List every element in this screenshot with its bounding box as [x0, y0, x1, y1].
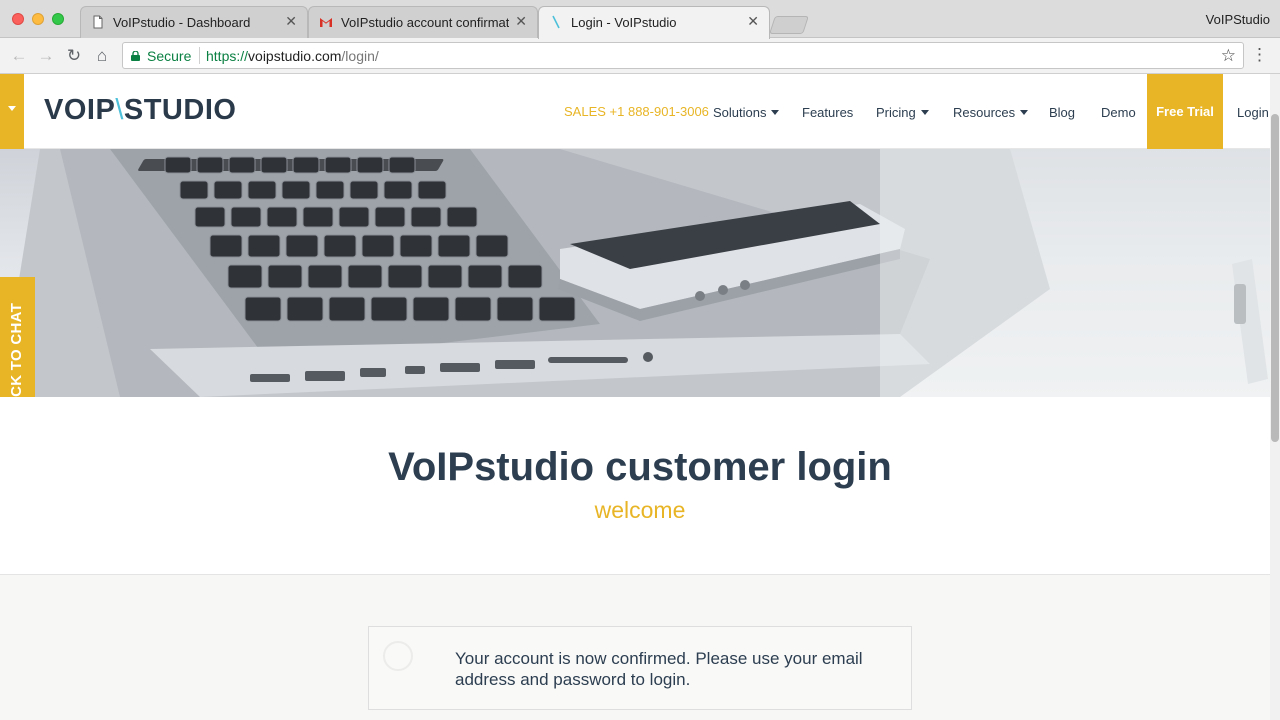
- close-window-button[interactable]: [12, 13, 24, 25]
- logo-text-voip: VOIP: [44, 94, 116, 126]
- browser-profile-name[interactable]: VoIPStudio: [1206, 12, 1270, 27]
- nav-item-blog[interactable]: Blog: [1049, 105, 1075, 120]
- url-host: voipstudio.com: [248, 48, 342, 64]
- address-bar[interactable]: Secure https://voipstudio.com/login/ ☆: [122, 42, 1244, 69]
- nav-label: Solutions: [713, 105, 767, 120]
- maximize-window-button[interactable]: [52, 13, 64, 25]
- nav-item-features[interactable]: Features: [802, 105, 853, 120]
- gmail-icon: [320, 18, 332, 27]
- caret-down-icon: [1020, 110, 1029, 115]
- minimize-window-button[interactable]: [32, 13, 44, 25]
- logo-text-studio: STUDIO: [123, 94, 237, 126]
- page-icon: [93, 15, 103, 29]
- secure-label: Secure: [147, 48, 192, 64]
- tab-title: VoIPstudio account confirmatio: [341, 15, 509, 30]
- browser-menu-icon[interactable]: ⋮: [1251, 45, 1268, 65]
- page-viewport: VOIP\STUDIO SALES +1 888-901-3006 Soluti…: [0, 74, 1280, 720]
- info-icon: [383, 641, 413, 671]
- tab-title: Login - VoIPstudio: [571, 15, 677, 30]
- url-path: /login/: [341, 48, 379, 64]
- site-logo[interactable]: VOIP\STUDIO: [44, 94, 236, 127]
- home-icon[interactable]: ⌂: [92, 46, 112, 66]
- free-trial-button[interactable]: Free Trial: [1147, 74, 1223, 149]
- laptop-phone-illustration: [0, 149, 1270, 397]
- caret-down-icon: [771, 110, 780, 115]
- login-title-section: VoIPstudio customer login welcome: [0, 397, 1270, 575]
- page-subtitle: welcome: [594, 497, 686, 523]
- voipstudio-favicon: [552, 15, 560, 29]
- scrollbar-thumb[interactable]: [1271, 114, 1279, 442]
- logo-slash: \: [115, 94, 124, 126]
- nav-label: Pricing: [876, 105, 916, 120]
- nav-item-pricing[interactable]: Pricing: [876, 105, 929, 120]
- site-header: VOIP\STUDIO SALES +1 888-901-3006 Soluti…: [0, 74, 1270, 149]
- login-form-section: Your account is now confirmed. Please us…: [0, 575, 1270, 720]
- nav-label: Resources: [953, 105, 1016, 120]
- browser-tab-login[interactable]: Login - VoIPstudio ✕: [538, 6, 770, 39]
- hero-image: [0, 149, 1270, 397]
- nav-item-login[interactable]: Login: [1237, 105, 1269, 120]
- url-divider: [199, 47, 200, 64]
- browser-toolbar: ← → ↻ ⌂ Secure https://voipstudio.com/lo…: [0, 38, 1280, 74]
- caret-down-icon: [8, 106, 16, 111]
- close-tab-icon[interactable]: ✕: [747, 13, 759, 30]
- page-title: VoIPstudio customer login: [388, 445, 892, 489]
- caret-down-icon: [920, 110, 929, 115]
- new-tab-button[interactable]: [769, 16, 809, 34]
- side-menu-toggle[interactable]: [0, 74, 24, 149]
- page-scrollbar[interactable]: [1270, 74, 1280, 720]
- bookmark-star-icon[interactable]: ☆: [1221, 46, 1236, 66]
- forward-arrow-icon[interactable]: →: [36, 46, 56, 66]
- browser-tab-gmail[interactable]: VoIPstudio account confirmatio ✕: [308, 6, 538, 38]
- nav-item-resources[interactable]: Resources: [953, 105, 1029, 120]
- url-text: https://voipstudio.com/login/: [206, 48, 379, 64]
- tab-title: VoIPstudio - Dashboard: [113, 15, 251, 30]
- sales-phone-link[interactable]: SALES +1 888-901-3006: [564, 104, 709, 119]
- close-tab-icon[interactable]: ✕: [515, 13, 527, 30]
- url-scheme: https://: [206, 48, 249, 64]
- close-tab-icon[interactable]: ✕: [285, 13, 297, 30]
- reload-icon[interactable]: ↻: [64, 46, 84, 66]
- confirmation-alert: Your account is now confirmed. Please us…: [368, 626, 912, 710]
- back-arrow-icon[interactable]: ←: [9, 46, 29, 66]
- nav-item-demo[interactable]: Demo: [1101, 105, 1136, 120]
- nav-item-solutions[interactable]: Solutions: [713, 105, 780, 120]
- browser-tab-dashboard[interactable]: VoIPstudio - Dashboard ✕: [80, 6, 308, 38]
- confirmation-message: Your account is now confirmed. Please us…: [455, 649, 863, 689]
- lock-icon: [131, 51, 140, 61]
- browser-tab-bar: VoIPstudio - Dashboard ✕ VoIPstudio acco…: [0, 0, 1280, 39]
